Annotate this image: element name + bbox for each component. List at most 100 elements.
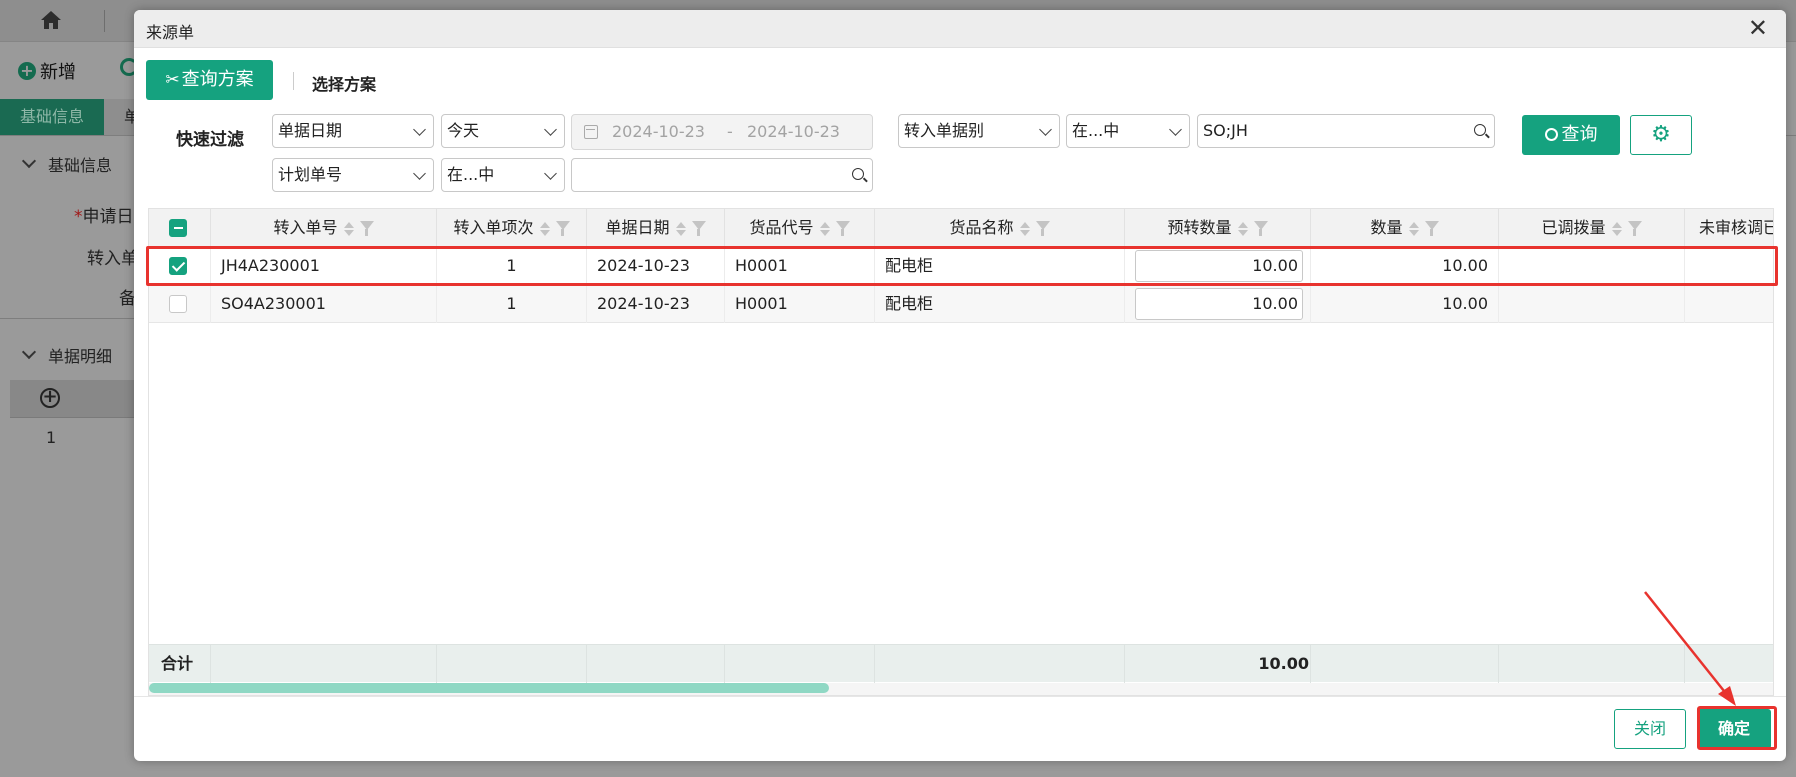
cell-unaudited	[1685, 285, 1773, 323]
dialog-header: 来源单 ✕	[134, 10, 1786, 48]
scrollbar-thumb[interactable]	[149, 683, 829, 693]
filter3-op-select[interactable]: 在...中	[441, 158, 565, 192]
date-end: 2024-10-23	[747, 122, 840, 141]
row-select-cell	[149, 285, 211, 323]
cell-doc-date: 2024-10-23	[587, 285, 725, 323]
filter1-op-value: 今天	[447, 121, 480, 140]
cell-product-name: 配电柜	[875, 285, 1125, 323]
background-table-header	[10, 380, 136, 418]
sort-icon	[1408, 221, 1419, 237]
query-button-label: 查询	[1561, 124, 1598, 145]
filter2-value-input[interactable]: SO;JH	[1197, 114, 1495, 148]
background-row-index: 1	[46, 428, 57, 447]
tab-basic-info[interactable]: 基础信息	[0, 99, 104, 135]
source-document-dialog: 来源单 ✕ ✂ 查询方案 选择方案 快速过滤 单据日期 今天 2024-10-2…	[134, 10, 1786, 761]
source-table: 转入单号 转入单项次 单据日期 货品代号 货品名称 预转数量 数量 已调拨量 未…	[148, 208, 1774, 696]
search-icon[interactable]	[852, 168, 864, 180]
filter3-field-value: 计划单号	[278, 165, 343, 184]
filter-icon	[691, 221, 706, 236]
cell-product-code: H0001	[725, 285, 875, 323]
footer-divider	[134, 696, 1786, 697]
close-button[interactable]: 关闭	[1614, 709, 1686, 749]
section-detail-label: 单据明细	[48, 347, 113, 366]
col-product-code[interactable]: 货品代号	[725, 209, 875, 247]
table-footer: 合计 10.00	[149, 644, 1773, 683]
cell-doc-date: 2024-10-23	[587, 247, 725, 285]
confirm-button[interactable]: 确定	[1697, 709, 1771, 749]
footer-cell	[1499, 645, 1685, 683]
close-icon[interactable]: ✕	[1748, 16, 1768, 40]
sort-icon	[343, 221, 354, 237]
select-all-checkbox[interactable]	[169, 219, 187, 237]
date-start: 2024-10-23	[612, 122, 705, 141]
section-detail[interactable]: 单据明细	[21, 343, 113, 367]
plan-separator	[293, 72, 294, 90]
filter-icon	[835, 221, 850, 236]
col-allocated[interactable]: 已调拨量	[1499, 209, 1685, 247]
section-basic-info-label: 基础信息	[48, 156, 113, 175]
search-icon[interactable]	[1474, 124, 1486, 136]
section-basic-info[interactable]: 基础信息	[21, 152, 113, 176]
cell-allocated	[1499, 285, 1685, 323]
section-divider	[0, 318, 136, 319]
filter2-op-value: 在...中	[1072, 121, 1120, 140]
filter1-op-select[interactable]: 今天	[441, 114, 565, 148]
table-row[interactable]: JH4A230001 1 2024-10-23 H0001 配电柜 10.00 …	[149, 247, 1773, 285]
query-plan-button[interactable]: ✂ 查询方案	[146, 60, 273, 100]
cell-order-no: SO4A230001	[211, 285, 437, 323]
select-plan-link[interactable]: 选择方案	[312, 71, 376, 95]
sort-icon	[1019, 221, 1030, 237]
row-select-cell	[149, 247, 211, 285]
chevron-down-icon	[1039, 123, 1052, 136]
col-unaudited[interactable]: 未审核调已	[1685, 209, 1773, 247]
cell-qty: 10.00	[1311, 247, 1499, 285]
add-button-label: 新增	[40, 62, 76, 83]
gear-icon[interactable]: ⚙	[1630, 115, 1692, 155]
table-row[interactable]: SO4A230001 1 2024-10-23 H0001 配电柜 10.00 …	[149, 285, 1773, 323]
query-button[interactable]: 查询	[1522, 115, 1620, 155]
col-product-name[interactable]: 货品名称	[875, 209, 1125, 247]
col-pre-qty[interactable]: 预转数量	[1125, 209, 1311, 247]
pre-qty-input[interactable]: 10.00	[1135, 288, 1303, 320]
cell-pre-qty: 10.00	[1125, 247, 1311, 285]
row-checkbox[interactable]	[169, 257, 187, 275]
col-qty[interactable]: 数量	[1311, 209, 1499, 247]
home-icon[interactable]	[40, 10, 62, 30]
chevron-down-icon	[21, 153, 37, 169]
footer-total-value: 10.00	[1258, 654, 1309, 673]
add-row-icon[interactable]: +	[40, 388, 60, 408]
filter2-op-select[interactable]: 在...中	[1066, 114, 1190, 148]
chevron-down-icon	[21, 344, 37, 360]
filter-icon	[1627, 221, 1642, 236]
sort-icon	[675, 221, 686, 237]
cell-unaudited	[1685, 247, 1773, 285]
row-checkbox[interactable]	[169, 295, 187, 313]
cell-order-no: JH4A230001	[211, 247, 437, 285]
filter-icon	[1035, 221, 1050, 236]
search-icon	[1544, 128, 1558, 141]
chevron-down-icon	[1169, 123, 1182, 136]
add-button[interactable]: + 新增	[18, 58, 76, 84]
plus-icon: +	[18, 62, 36, 80]
topbar-separator	[104, 10, 105, 32]
col-item-seq[interactable]: 转入单项次	[437, 209, 587, 247]
tab-second[interactable]: 单	[104, 99, 140, 135]
filter3-value-input[interactable]	[571, 158, 873, 192]
footer-cell	[875, 645, 1125, 683]
cell-pre-qty: 10.00	[1125, 285, 1311, 323]
date-range-picker[interactable]: 2024-10-23 - 2024-10-23	[571, 114, 873, 150]
filter3-field-select[interactable]: 计划单号	[272, 158, 434, 192]
filter1-field-select[interactable]: 单据日期	[272, 114, 434, 148]
date-separator: -	[727, 122, 733, 141]
footer-total-label: 合计	[161, 654, 194, 673]
filter-icon	[1424, 221, 1439, 236]
filter-icon	[359, 221, 374, 236]
chevron-down-icon	[413, 123, 426, 136]
select-all-cell	[149, 209, 211, 247]
col-order-no[interactable]: 转入单号	[211, 209, 437, 247]
field-apply-date-label: *申请日	[74, 207, 134, 227]
query-plan-label: 查询方案	[181, 69, 254, 90]
pre-qty-input[interactable]: 10.00	[1135, 250, 1303, 282]
col-doc-date[interactable]: 单据日期	[587, 209, 725, 247]
filter2-field-select[interactable]: 转入单据别	[898, 114, 1060, 148]
